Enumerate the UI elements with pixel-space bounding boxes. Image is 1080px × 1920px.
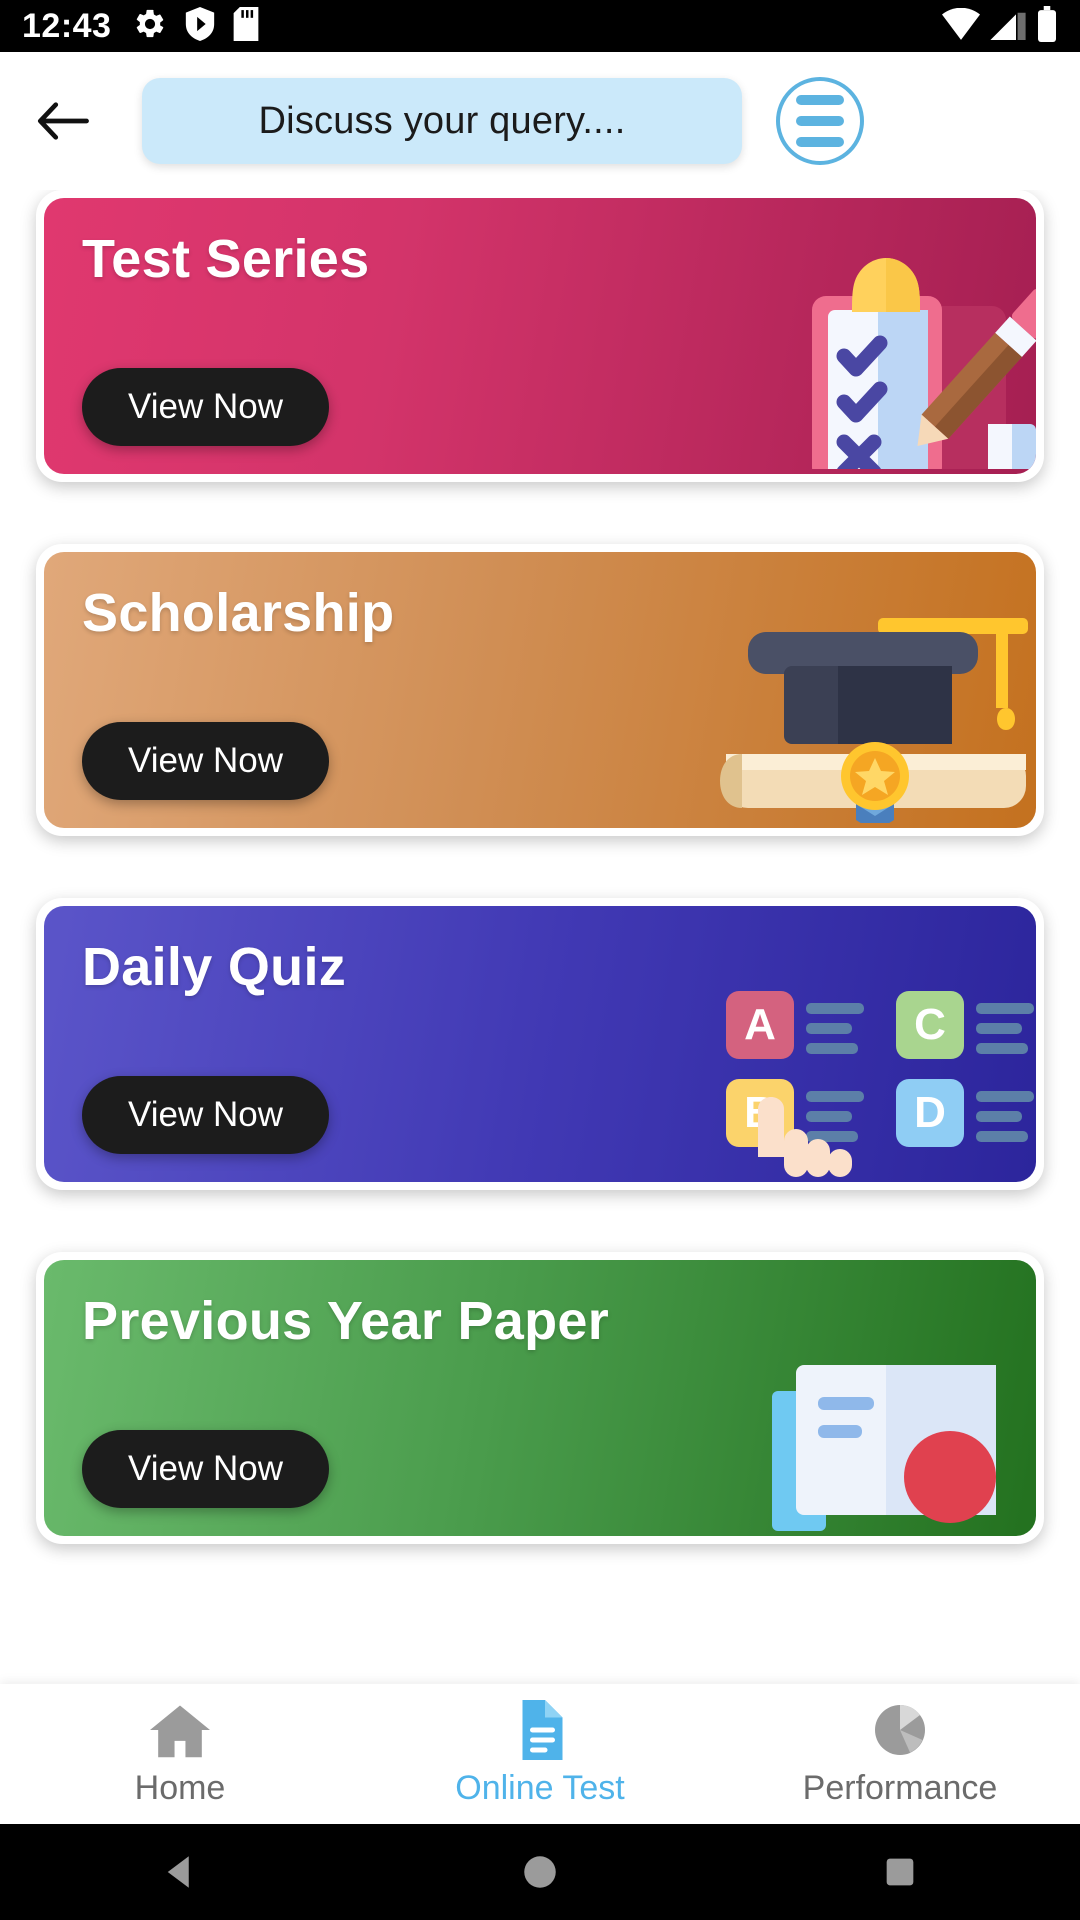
android-home-button[interactable]: [480, 1824, 600, 1920]
view-now-button[interactable]: View Now: [82, 1430, 329, 1508]
nav-item-performance[interactable]: Performance: [720, 1700, 1080, 1808]
status-bar-right-icons: [942, 5, 1058, 47]
bottom-navigation: Home Online Test Performance: [0, 1684, 1080, 1824]
android-navigation-bar: [0, 1824, 1080, 1920]
android-recents-button[interactable]: [840, 1824, 960, 1920]
home-circle-icon: [524, 1856, 556, 1888]
card-title: Test Series: [82, 229, 370, 289]
discuss-query-field[interactable]: Discuss your query....: [142, 78, 742, 164]
status-bar-left-icons: [133, 6, 259, 46]
hamburger-bar-2: [796, 116, 844, 126]
hamburger-bar-3: [796, 137, 844, 147]
play-protect-icon: [185, 6, 215, 46]
back-triangle-icon: [167, 1856, 189, 1888]
papers-documents-illustration: [736, 1351, 1036, 1536]
card-scholarship[interactable]: Scholarship View Now: [36, 544, 1044, 836]
card-title: Daily Quiz: [82, 937, 347, 997]
card-test-series[interactable]: Test Series View Now: [36, 190, 1044, 482]
svg-text:A: A: [744, 1000, 776, 1049]
quiz-options-illustration: A C B D: [716, 977, 1036, 1182]
card-previous-year-paper[interactable]: Previous Year Paper View Now: [36, 1252, 1044, 1544]
svg-text:D: D: [914, 1088, 946, 1137]
status-bar: 12:43: [0, 0, 1080, 52]
nav-label-performance: Performance: [802, 1769, 998, 1807]
hamburger-bar-1: [796, 95, 844, 105]
hamburger-menu-button[interactable]: [776, 77, 864, 165]
view-now-button[interactable]: View Now: [82, 1076, 329, 1154]
nav-item-online-test[interactable]: Online Test: [360, 1700, 720, 1808]
back-arrow-icon: [37, 102, 89, 140]
pie-chart-icon: [869, 1700, 931, 1765]
status-bar-clock: 12:43: [22, 6, 112, 45]
card-title: Previous Year Paper: [82, 1291, 610, 1351]
document-icon: [509, 1700, 571, 1765]
view-now-button[interactable]: View Now: [82, 368, 329, 446]
nav-item-home[interactable]: Home: [0, 1700, 360, 1808]
home-icon: [147, 1700, 213, 1765]
card-scroll-area[interactable]: Test Series View Now Scholarship View No…: [0, 190, 1080, 1684]
nav-label-home: Home: [134, 1769, 226, 1807]
signal-icon: [990, 8, 1026, 45]
gear-icon: [133, 7, 167, 46]
android-back-button[interactable]: [120, 1824, 240, 1920]
discuss-query-text: Discuss your query....: [258, 99, 626, 142]
card-title: Scholarship: [82, 583, 395, 643]
svg-text:C: C: [914, 1000, 946, 1049]
recents-square-icon: [886, 1858, 914, 1886]
view-now-button[interactable]: View Now: [82, 722, 329, 800]
wifi-icon: [942, 7, 980, 45]
card-daily-quiz[interactable]: Daily Quiz View Now A C B D: [36, 898, 1044, 1190]
nav-label-online-test: Online Test: [455, 1769, 625, 1807]
svg-text:B: B: [744, 1088, 776, 1137]
back-button[interactable]: [34, 99, 108, 143]
battery-icon: [1036, 5, 1058, 47]
app-header: Discuss your query....: [0, 52, 1080, 190]
sd-card-icon: [233, 6, 259, 46]
